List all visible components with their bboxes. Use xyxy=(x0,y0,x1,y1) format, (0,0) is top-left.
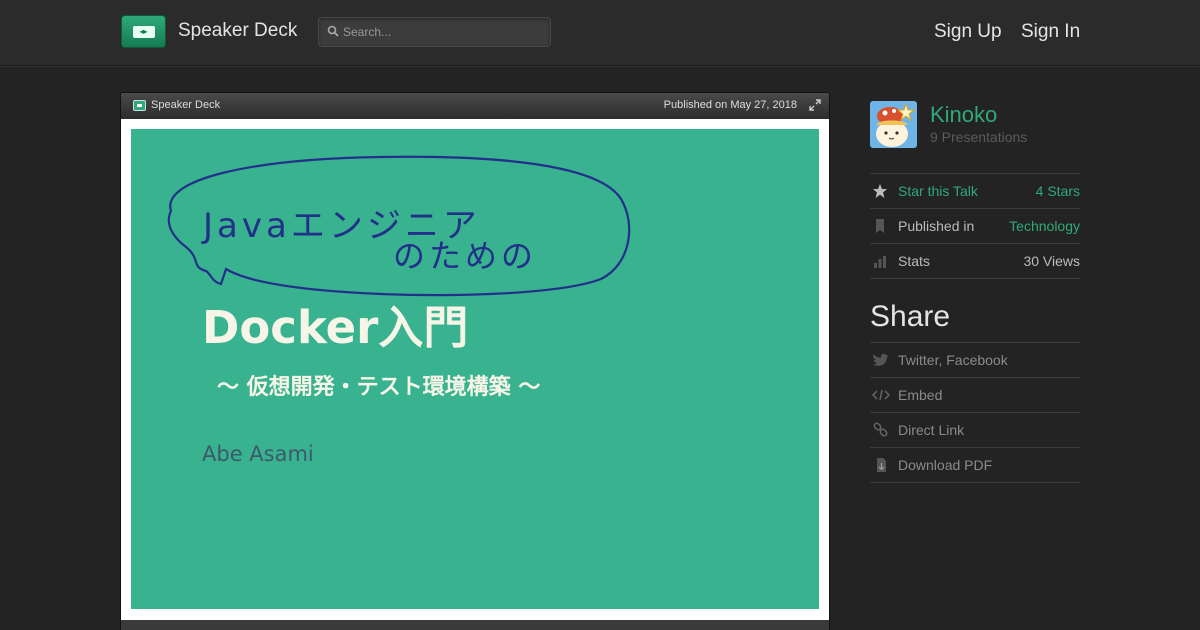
share-embed-label[interactable]: Embed xyxy=(898,387,942,403)
speaker-deck-logo-icon[interactable]: ◂▸ xyxy=(121,15,166,48)
link-chain-icon xyxy=(873,422,888,437)
bookmark-icon xyxy=(876,219,884,233)
player-toolbar: Speaker Deck Published on May 27, 2018 xyxy=(121,93,829,119)
stats-row: Stats 30 Views xyxy=(870,243,1080,278)
share-download-pdf[interactable]: Download PDF xyxy=(870,447,1080,482)
share-divider xyxy=(870,482,1080,483)
player-controls-bar xyxy=(121,620,829,630)
star-count[interactable]: 4 Stars xyxy=(1036,183,1080,199)
author-name-link[interactable]: Kinoko xyxy=(930,102,997,128)
category-link[interactable]: Technology xyxy=(1009,218,1080,234)
slide-player: Speaker Deck Published on May 27, 2018 J… xyxy=(120,92,830,630)
sign-in-link[interactable]: Sign In xyxy=(1021,21,1080,43)
brand-link[interactable]: Speaker Deck xyxy=(178,20,297,42)
slide-image[interactable]: Javaエンジニア のための Docker入門 〜 仮想開発・テスト環境構築 〜… xyxy=(131,129,819,609)
slide-title: Docker入門 xyxy=(202,301,469,354)
sign-up-link[interactable]: Sign Up xyxy=(934,21,1002,43)
star-icon xyxy=(873,184,887,198)
pdf-download-icon xyxy=(877,458,886,472)
published-date: Published on May 27, 2018 xyxy=(663,99,797,111)
top-navbar: ◂▸ Speaker Deck Sign Up Sign In xyxy=(0,0,1200,66)
author-avatar[interactable] xyxy=(870,101,917,148)
published-in-row: Published in Technology xyxy=(870,208,1080,243)
twitter-bird-icon xyxy=(873,353,889,366)
stats-divider xyxy=(870,278,1080,279)
mushroom-avatar-icon xyxy=(870,101,917,148)
search-icon xyxy=(327,25,339,37)
player-brand-link[interactable]: Speaker Deck xyxy=(151,99,220,111)
share-twitter-facebook-label[interactable]: Twitter, Facebook xyxy=(898,352,1008,368)
slide-author: Abe Asami xyxy=(202,442,314,466)
view-count: 30 Views xyxy=(1023,253,1080,269)
share-direct-link[interactable]: Direct Link xyxy=(870,412,1080,447)
author-presentation-count[interactable]: 9 Presentations xyxy=(930,129,1027,145)
share-direct-link-label[interactable]: Direct Link xyxy=(898,422,964,438)
share-download-pdf-label[interactable]: Download PDF xyxy=(898,457,992,473)
search-box[interactable] xyxy=(318,17,551,47)
share-embed[interactable]: Embed xyxy=(870,377,1080,412)
search-input[interactable] xyxy=(343,22,543,42)
fullscreen-expand-icon[interactable] xyxy=(809,99,821,111)
share-heading: Share xyxy=(870,300,951,333)
star-talk-label[interactable]: Star this Talk xyxy=(898,183,978,199)
stats-label: Stats xyxy=(898,253,930,269)
code-embed-icon xyxy=(872,389,890,401)
star-talk-row[interactable]: Star this Talk 4 Stars xyxy=(870,173,1080,208)
slide-subtitle: 〜 仮想開発・テスト環境構築 〜 xyxy=(217,375,541,400)
bar-chart-icon xyxy=(874,256,886,268)
published-in-label: Published in xyxy=(898,218,975,234)
handwritten-line-2: のための xyxy=(393,237,537,275)
share-twitter-facebook[interactable]: Twitter, Facebook xyxy=(870,342,1080,377)
speaker-deck-mini-logo-icon[interactable] xyxy=(133,100,146,111)
